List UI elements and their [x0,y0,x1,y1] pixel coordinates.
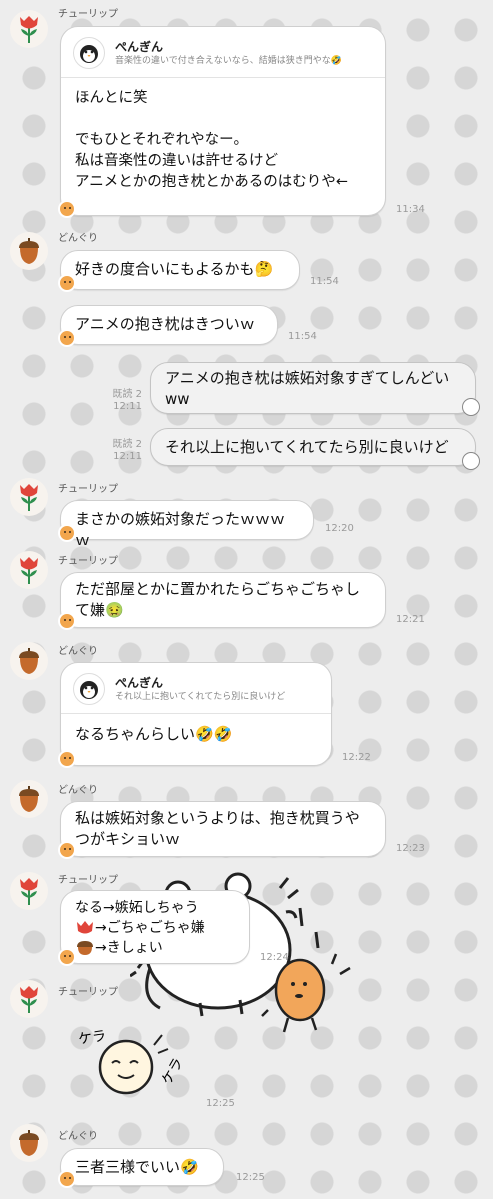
reaction-icon [58,750,76,768]
tulip-icon [20,557,38,584]
timestamp: 11:54 [310,276,339,287]
message-bubble[interactable]: アニメの抱き枕はきついｗ [60,305,278,345]
quote-sender-name: ぺんぎん [115,675,164,690]
timestamp: 11:54 [288,331,317,342]
timestamp: 12:25 [206,1098,235,1109]
avatar-tulip[interactable] [10,872,48,910]
quoted-message[interactable]: ぺんぎん それ以上に抱いてくれてたら別に良いけど [61,663,331,714]
avatar-tulip[interactable] [10,10,48,48]
message-bubble[interactable]: 好きの度合いにもよるかも🤔 [60,250,300,290]
acorn-emoji-icon [77,941,93,955]
reaction-icon [58,329,76,347]
avatar-tulip[interactable] [10,478,48,516]
message-bubble[interactable]: なる→嫉妬しちゃう →ごちゃごちゃ嫌 →きしょい [60,890,250,964]
reaction-icon [58,612,76,630]
avatar-acorn[interactable] [10,642,48,680]
message-text: それ以上に抱いてくれてたら別に良いけど [165,438,449,456]
tulip-icon [20,986,38,1013]
penguin-icon [73,673,105,705]
timestamp: 12:25 [236,1172,265,1183]
acorn-icon [19,648,39,674]
acorn-icon [19,1130,39,1156]
message-list: なる→嫉妬しちゃう →ごちゃごちゃ嫌 →きしょい [61,891,249,965]
message-text: まさかの嫉妬対象だったｗｗｗｗ [75,510,286,549]
sender-name: チューリップ [58,484,118,495]
message-bubble[interactable]: ぺんぎん 音楽性の違いで付き合えないなら、結婚は狭き門やな🤣 ほんとに笑 でもひ… [60,26,386,216]
message-bubble[interactable]: ぺんぎん それ以上に抱いてくれてたら別に良いけど なるちゃんらしい🤣🤣 [60,662,332,766]
quoted-message[interactable]: ぺんぎん 音楽性の違いで付き合えないなら、結婚は狭き門やな🤣 [61,27,385,78]
timestamp: 12:11 [113,401,142,412]
laughing-sticker[interactable]: ケラ ケラ [70,1005,210,1105]
tulip-icon [20,484,38,511]
reaction-icon [58,524,76,542]
sender-name: チューリップ [58,987,118,998]
reaction-icon [58,948,76,966]
timestamp: 12:11 [113,451,142,462]
message-line-row: →きしょい [75,938,235,958]
read-count: 既読 2 [112,389,142,400]
timestamp: 12:24 [260,952,289,963]
penguin-icon [73,37,105,69]
message-text: 私は嫉妬対象というよりは、抱き枕買うやつがキショいｗ [75,809,360,848]
message-text: ただ部屋とかに置かれたらごちゃごちゃして嫌🤢 [75,580,361,619]
bear-icon [462,398,480,416]
bear-icon [462,452,480,470]
sender-name: どんぐり [58,785,98,796]
message-text: アニメの抱き枕は嫉妬対象すぎてしんどいww [165,369,450,408]
reaction-icon [58,1170,76,1188]
message-bubble[interactable]: 三者三様でいい🤣 [60,1148,224,1186]
sender-name: どんぐり [58,1131,98,1142]
read-receipt: 既読 2 12:11 [104,439,142,463]
message-bubble[interactable]: 私は嫉妬対象というよりは、抱き枕買うやつがキショいｗ [60,801,386,857]
tulip-icon [20,16,38,43]
reaction-icon [58,274,76,292]
avatar-tulip[interactable] [10,551,48,589]
message-bubble[interactable]: まさかの嫉妬対象だったｗｗｗｗ [60,500,314,549]
read-count: 既読 2 [112,439,142,450]
sender-name: チューリップ [58,875,118,886]
acorn-icon [19,786,39,812]
tulip-emoji-icon [77,921,93,934]
avatar-acorn[interactable] [10,232,48,270]
reaction-icon [58,841,76,859]
reaction-icon [58,200,76,218]
message-text: なるちゃんらしい🤣🤣 [75,725,233,743]
quote-sender-name: ぺんぎん [115,39,164,54]
message-bubble[interactable]: アニメの抱き枕は嫉妬対象すぎてしんどいww [150,362,476,414]
avatar-acorn[interactable] [10,780,48,818]
acorn-icon [19,238,39,264]
message-line: →ごちゃごちゃ嫌 [95,920,205,936]
message-line: なる→嫉妬しちゃう [75,900,199,916]
quote-text: それ以上に抱いてくれてたら別に良いけど [115,691,286,702]
message-bubble[interactable]: ただ部屋とかに置かれたらごちゃごちゃして嫌🤢 [60,572,386,628]
message-bubble[interactable]: それ以上に抱いてくれてたら別に良いけど [150,428,476,466]
message-text: 三者三様でいい🤣 [75,1158,199,1176]
sender-name: チューリップ [58,9,118,20]
read-receipt: 既読 2 12:11 [104,389,142,413]
avatar-tulip[interactable] [10,980,48,1018]
avatar-acorn[interactable] [10,1124,48,1162]
message-line-row: →ごちゃごちゃ嫌 [75,918,235,938]
timestamp: 12:22 [342,752,371,763]
message-text: アニメの抱き枕はきついｗ [75,315,255,333]
timestamp: 12:21 [396,614,425,625]
timestamp: 12:23 [396,843,425,854]
timestamp: 11:34 [396,204,425,215]
message-text: ほんとに笑 でもひとそれぞれやなー。 私は音楽性の違いは許せるけど アニメとかの… [75,90,348,190]
sender-name: チューリップ [58,556,118,567]
tulip-icon [20,878,38,905]
sender-name: どんぐり [58,233,98,244]
quote-text: 音楽性の違いで付き合えないなら、結婚は狭き門やな🤣 [115,55,342,66]
message-text: 好きの度合いにもよるかも🤔 [75,260,274,278]
message-line: →きしょい [95,940,163,956]
timestamp: 12:20 [325,523,354,534]
sender-name: どんぐり [58,646,98,657]
sticker-text: ケラ [77,1028,108,1048]
